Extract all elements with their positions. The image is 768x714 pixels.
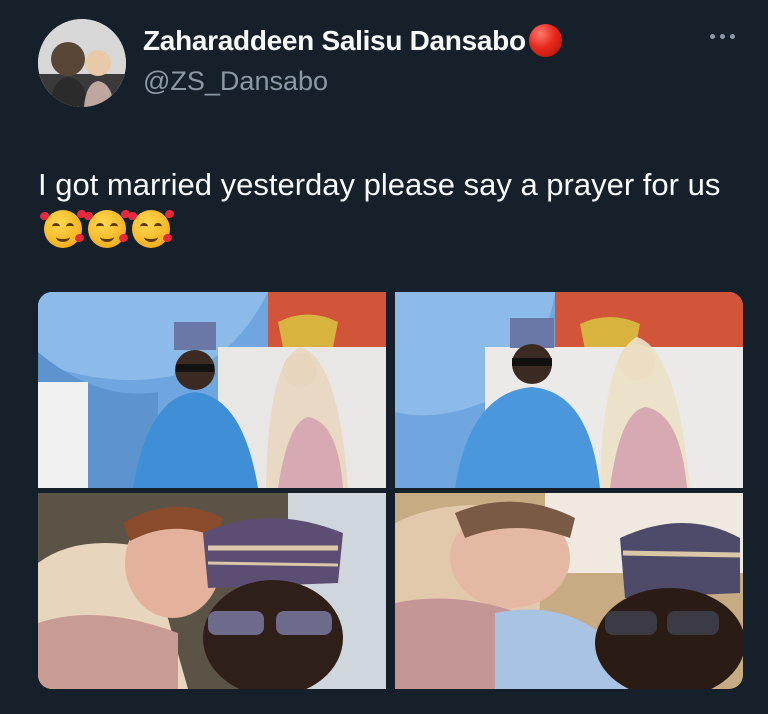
avatar[interactable] <box>38 19 126 107</box>
selfie-photo-2 <box>395 493 743 689</box>
author-display-name[interactable]: Zaharaddeen Salisu Dansabo <box>143 25 526 57</box>
media-photo-4[interactable] <box>395 493 743 689</box>
media-grid <box>38 292 743 689</box>
more-options-icon[interactable] <box>706 28 739 45</box>
avatar-image <box>38 19 126 107</box>
media-photo-2[interactable] <box>395 292 743 488</box>
wedding-photo-seated-front <box>395 292 743 488</box>
smiling-face-with-hearts-icon <box>38 208 88 248</box>
red-circle-icon <box>528 24 562 57</box>
author-name-row: Zaharaddeen Salisu Dansabo <box>143 24 562 57</box>
wedding-photo-seated <box>38 292 386 488</box>
tweet-body: I got married yesterday please say a pra… <box>38 167 721 202</box>
smiling-face-with-hearts-icon <box>126 208 176 248</box>
media-photo-3[interactable] <box>38 493 386 689</box>
smiling-face-with-hearts-icon <box>82 208 132 248</box>
media-photo-1[interactable] <box>38 292 386 488</box>
tweet-text: I got married yesterday please say a pra… <box>38 162 738 252</box>
selfie-photo-1 <box>38 493 386 689</box>
author-handle[interactable]: @ZS_Dansabo <box>143 66 328 97</box>
